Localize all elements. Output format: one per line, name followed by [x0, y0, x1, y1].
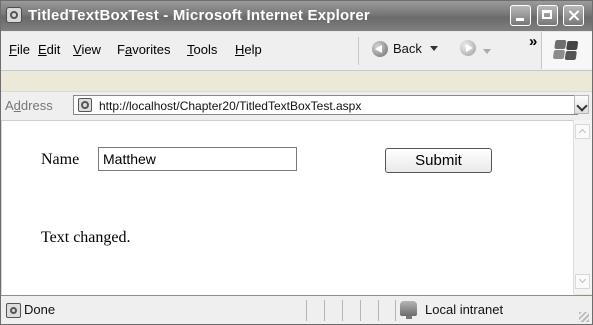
window-title: TitledTextBoxTest - Microsoft Internet E…: [28, 7, 370, 24]
address-dropdown-button[interactable]: [574, 95, 589, 114]
close-button[interactable]: [563, 5, 584, 26]
minimize-button[interactable]: [510, 5, 531, 26]
menu-edit[interactable]: Edit: [38, 42, 60, 57]
message-text: Text changed.: [41, 229, 131, 246]
title-bar[interactable]: TitledTextBoxTest - Microsoft Internet E…: [1, 1, 592, 31]
address-url: http://localhost/Chapter20/TitledTextBox…: [99, 99, 362, 113]
menu-view[interactable]: View: [73, 42, 101, 57]
toolbar-overflow[interactable]: »: [529, 33, 537, 50]
chevron-down-icon[interactable]: [429, 46, 438, 52]
windows-logo-icon: [552, 40, 580, 61]
menu-favorites[interactable]: Favorites: [117, 42, 170, 57]
scroll-up-button[interactable]: [575, 124, 590, 139]
status-separator: [306, 300, 307, 321]
submit-button[interactable]: Submit: [385, 148, 492, 173]
scroll-down-button[interactable]: [575, 274, 590, 289]
resize-grip[interactable]: [579, 312, 589, 322]
menu-help[interactable]: Help: [235, 42, 262, 57]
forward-button[interactable]: [460, 40, 491, 61]
back-label: Back: [393, 41, 422, 57]
address-label: Address: [5, 98, 53, 113]
page-content: Name Matthew Submit Text changed.: [1, 120, 574, 295]
page-icon: [78, 98, 92, 112]
address-bar: Address http://localhost/Chapter20/Title…: [1, 91, 592, 121]
back-icon: [372, 40, 388, 57]
status-separator: [324, 300, 325, 321]
chevron-down-icon[interactable]: [483, 49, 491, 55]
status-separator: [360, 300, 361, 321]
back-button[interactable]: Back: [372, 40, 438, 62]
status-separator: [395, 300, 396, 321]
maximize-button[interactable]: [537, 5, 558, 26]
menu-tools[interactable]: Tools: [187, 42, 217, 57]
status-bar: Done Local intranet: [1, 295, 592, 324]
menu-bar: File Edit View Favorites Tools Help Back…: [1, 32, 592, 71]
page-icon: [6, 303, 21, 318]
toolbar-separator: [358, 37, 359, 65]
intranet-icon: [400, 301, 417, 319]
status-text: Done: [24, 302, 56, 317]
security-zone-text: Local intranet: [425, 302, 504, 317]
name-input[interactable]: Matthew: [98, 147, 297, 171]
internet-explorer-icon: [6, 7, 22, 23]
vertical-scrollbar[interactable]: [573, 120, 592, 294]
browser-window: TitledTextBoxTest - Microsoft Internet E…: [0, 0, 593, 325]
status-separator: [378, 300, 379, 321]
menu-file[interactable]: File: [9, 42, 30, 57]
status-separator: [342, 300, 343, 321]
name-label: Name: [41, 151, 80, 168]
address-input[interactable]: http://localhost/Chapter20/TitledTextBox…: [73, 95, 578, 115]
forward-icon: [460, 40, 476, 56]
windows-logo-area: [541, 32, 592, 69]
